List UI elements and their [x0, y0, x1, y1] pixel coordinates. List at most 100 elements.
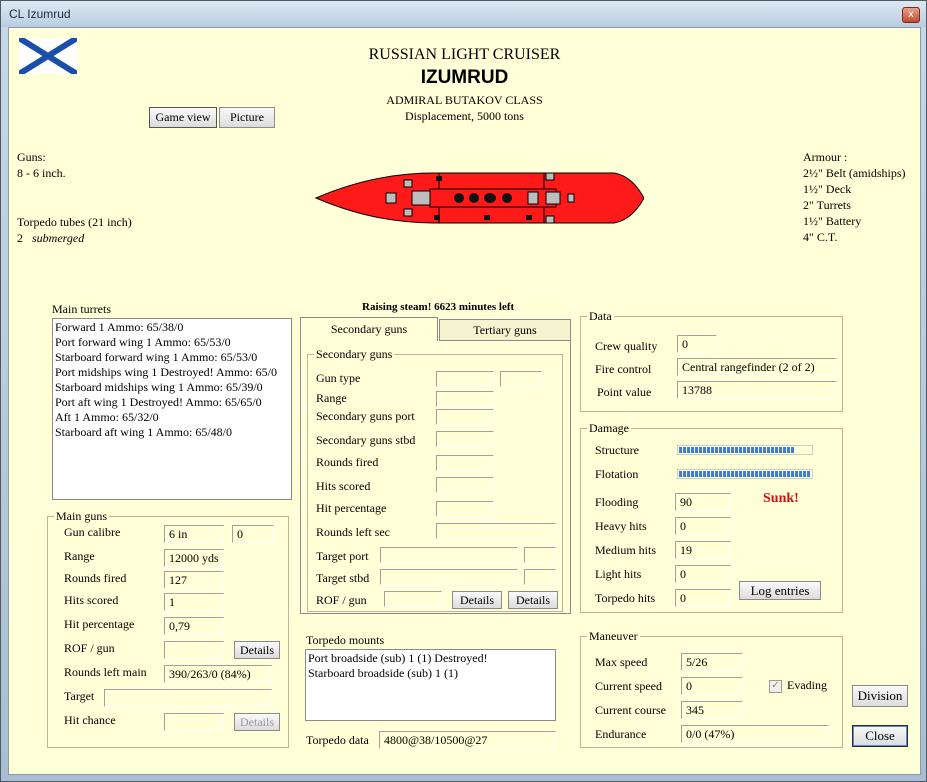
- evading-checkbox[interactable]: ✓: [769, 680, 782, 693]
- list-item[interactable]: Aft 1 Ammo: 65/32/0: [55, 410, 289, 425]
- rounds-fired-field: 127: [164, 571, 224, 589]
- torpedo-mounts-list[interactable]: Port broadside (sub) 1 (1) Destroyed! St…: [305, 649, 556, 721]
- range-field: 12000 yds: [164, 549, 224, 567]
- picture-button[interactable]: Picture: [219, 107, 275, 128]
- secondary-rounds-fired-label: Rounds fired: [316, 455, 379, 469]
- main-guns-label: Main guns: [54, 509, 109, 524]
- hit-chance-details-button[interactable]: Details: [234, 713, 280, 731]
- rof-field: [164, 641, 224, 659]
- gun-calibre-extra-field: 0: [232, 525, 274, 543]
- medium-hits-field: 19: [675, 541, 731, 559]
- close-button[interactable]: Close: [852, 725, 908, 747]
- gun-type-label: Gun type: [316, 371, 361, 385]
- secondary-guns-group: Secondary guns Gun type Range Secondary …: [307, 347, 563, 612]
- secondary-stbd-field: [436, 431, 494, 447]
- armour-item: 1½" Deck: [803, 182, 852, 196]
- light-hits-label: Light hits: [595, 567, 642, 581]
- heavy-hits-field: 0: [675, 517, 731, 535]
- torpedo-data-field: 4800@38/10500@27: [379, 731, 556, 749]
- secondary-rounds-fired-field: [436, 455, 494, 471]
- target-stbd-field: [380, 569, 518, 585]
- log-entries-button[interactable]: Log entries: [739, 581, 821, 600]
- main-guns-group: Main guns Gun calibre 6 in 0 Range 12000…: [47, 509, 289, 748]
- list-item[interactable]: Port forward wing 1 Ammo: 65/53/0: [55, 335, 289, 350]
- tab-secondary-guns[interactable]: Secondary guns: [300, 317, 438, 341]
- main-turrets-list[interactable]: Forward 1 Ammo: 65/38/0 Port forward win…: [52, 318, 292, 500]
- secondary-hit-percentage-field: [436, 501, 494, 517]
- armour-label: Armour :: [803, 150, 848, 164]
- list-item[interactable]: Port midships wing 1 Destroyed! Ammo: 65…: [55, 365, 289, 380]
- target-port-extra-field: [524, 547, 556, 563]
- secondary-details2-button[interactable]: Details: [508, 591, 558, 609]
- endurance-field: 0/0 (47%): [681, 725, 829, 743]
- window-close-button[interactable]: x: [902, 7, 920, 23]
- ship-silhouette: [314, 172, 644, 224]
- structure-bar: [677, 445, 813, 455]
- list-item[interactable]: Starboard broadside (sub) 1 (1): [308, 666, 553, 681]
- current-speed-field: 0: [681, 677, 743, 695]
- secondary-details-button[interactable]: Details: [452, 591, 502, 609]
- torpedo-tubes-label: Torpedo tubes (21 inch): [17, 215, 132, 229]
- flotation-label: Flotation: [595, 467, 639, 481]
- current-course-field: 345: [681, 701, 743, 719]
- gun-calibre-label: Gun calibre: [64, 525, 121, 539]
- gun-calibre-field: 6 in: [164, 525, 224, 543]
- target-label: Target: [64, 689, 95, 703]
- list-item[interactable]: Starboard forward wing 1 Ammo: 65/53/0: [55, 350, 289, 365]
- current-course-label: Current course: [595, 703, 666, 717]
- secondary-guns-label: Secondary guns: [314, 347, 395, 362]
- rounds-left-main-label: Rounds left main: [64, 665, 147, 679]
- maneuver-label: Maneuver: [587, 629, 640, 644]
- flotation-bar-fill: [679, 471, 811, 477]
- evading-label: Evading: [787, 678, 827, 692]
- hit-chance-field: [164, 713, 224, 731]
- fire-control-label: Fire control: [595, 362, 652, 376]
- ship-name: IZUMRUD: [420, 67, 509, 88]
- torpedo-tubes-value: 2 submerged: [17, 231, 84, 246]
- flooding-field: 90: [675, 493, 731, 511]
- fire-control-field: Central rangefinder (2 of 2): [677, 358, 837, 376]
- list-item[interactable]: Port broadside (sub) 1 (1) Destroyed!: [308, 651, 553, 666]
- point-value-label: Point value: [597, 385, 652, 399]
- secondary-rof-field: [384, 591, 442, 607]
- heavy-hits-label: Heavy hits: [595, 519, 647, 533]
- torpedo-tubes-type: submerged: [32, 231, 85, 245]
- list-item[interactable]: Forward 1 Ammo: 65/38/0: [55, 320, 289, 335]
- window: CL Izumrud x RUSSIAN LIGHT CRUISER IZUMR…: [0, 0, 927, 782]
- flotation-bar: [677, 469, 813, 479]
- rof-label: ROF / gun: [64, 641, 115, 655]
- target-stbd-extra-field: [524, 569, 556, 585]
- gun-type-extra-field: [500, 371, 542, 387]
- torpedo-data-label: Torpedo data: [306, 733, 369, 747]
- list-item[interactable]: Starboard aft wing 1 Ammo: 65/48/0: [55, 425, 289, 440]
- max-speed-field: 5/26: [681, 653, 743, 671]
- guns-label: Guns:: [17, 150, 46, 164]
- point-value-field: 13788: [677, 381, 837, 399]
- secondary-hits-scored-field: [436, 477, 494, 493]
- secondary-rounds-left-field: [436, 523, 556, 539]
- title-bar[interactable]: CL Izumrud x: [1, 1, 926, 27]
- data-group: Data Crew quality 0 Fire control Central…: [580, 309, 843, 412]
- game-view-button[interactable]: Game view: [149, 107, 217, 128]
- main-guns-details-button[interactable]: Details: [234, 641, 280, 659]
- hit-percentage-label: Hit percentage: [64, 617, 135, 631]
- main-turrets-label: Main turrets: [52, 302, 111, 316]
- armour-item: 2" Turrets: [803, 198, 851, 212]
- tab-tertiary-guns[interactable]: Tertiary guns: [439, 319, 571, 341]
- max-speed-label: Max speed: [595, 655, 648, 669]
- armour-item: 2½" Belt (amidships): [803, 166, 906, 180]
- torpedo-hits-label: Torpedo hits: [595, 591, 656, 605]
- guns-value: 8 - 6 inch.: [17, 166, 66, 180]
- list-item[interactable]: Port aft wing 1 Destroyed! Ammo: 65/65/0: [55, 395, 289, 410]
- list-item[interactable]: Starboard midships wing 1 Ammo: 65/39/0: [55, 380, 289, 395]
- hit-chance-label: Hit chance: [64, 713, 116, 727]
- data-group-label: Data: [587, 309, 614, 324]
- rounds-fired-label: Rounds fired: [64, 571, 127, 585]
- secondary-rof-label: ROF / gun: [316, 593, 367, 607]
- range-label: Range: [64, 549, 95, 563]
- secondary-range-label: Range: [316, 391, 347, 405]
- sunk-label: Sunk!: [763, 491, 799, 506]
- rounds-left-main-field: 390/263/0 (84%): [164, 665, 272, 683]
- target-stbd-label: Target stbd: [316, 571, 370, 585]
- division-button[interactable]: Division: [852, 685, 908, 707]
